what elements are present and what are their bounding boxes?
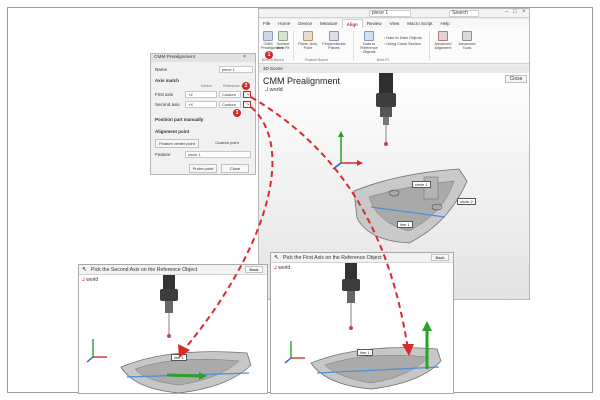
cmm-prealignment-panel: CMM Prealignment × Name piece 1 Axis mat…: [150, 53, 256, 175]
coordinate-axes: [332, 131, 363, 170]
label-line-1: line 1: [357, 349, 373, 356]
feature-center-point-button[interactable]: Feature center point: [155, 139, 199, 148]
back-button[interactable]: Back: [431, 254, 449, 261]
menu-bar: File Home Device Measure Align Review Vi…: [259, 19, 529, 28]
menu-device[interactable]: Device: [294, 19, 316, 28]
pick-first-axis-scene: [284, 263, 442, 390]
cmm-icon: [263, 31, 273, 41]
data-to-reference-objects-button[interactable]: Data to Reference Objects: [356, 31, 382, 54]
feature-label: Feature: [155, 152, 171, 157]
group-label: Feature Based: [305, 58, 328, 62]
surface-icon: [278, 31, 288, 41]
name-label: Name: [155, 67, 168, 72]
pointer-icon: ↖: [274, 255, 280, 261]
menu-home[interactable]: Home: [274, 19, 294, 28]
tab-3d-scene[interactable]: 3D Scene: [259, 65, 529, 73]
alignment-point-heading: Alignment point: [155, 129, 190, 134]
menu-file[interactable]: File: [259, 19, 274, 28]
cmm-probe: [376, 73, 396, 146]
menu-align[interactable]: Align: [341, 19, 363, 28]
label-line-1: line 1: [397, 221, 413, 228]
second-axis-device-select[interactable]: +X: [185, 101, 217, 108]
panel-close-icon[interactable]: ×: [243, 54, 246, 60]
data-ref-icon: [364, 31, 374, 41]
col-device: Device: [201, 84, 212, 88]
group-label: Best-Fit: [377, 58, 390, 62]
planes-icon: [329, 31, 339, 41]
close-window-icon[interactable]: ×: [522, 9, 526, 15]
ribbon-separator: [429, 31, 430, 61]
feature-select[interactable]: circle 1: [185, 151, 251, 158]
title-bar: piece 1 Search – □ ×: [259, 9, 529, 18]
using-cross-section-button[interactable]: ▪ Using Cross Section: [384, 42, 428, 46]
maximize-icon[interactable]: □: [513, 9, 517, 15]
part-model: [353, 168, 468, 244]
pick-second-axis-button[interactable]: ⤡: [243, 101, 251, 108]
pick-first-axis-window: Pick the First Axis on the Reference Obj…: [270, 252, 454, 394]
document-title: piece 1: [369, 10, 411, 17]
menu-macro-script[interactable]: Macro Script: [403, 19, 436, 28]
axis-match-heading: Axis match: [155, 78, 180, 83]
label-circle-2: circle 2: [457, 198, 476, 205]
advanced-icon: [438, 31, 448, 41]
second-axis-label: Second axis: [155, 102, 180, 107]
label-line-1: line 1: [171, 354, 187, 361]
back-button[interactable]: Back: [245, 266, 263, 273]
menu-measure[interactable]: Measure: [316, 19, 342, 28]
pick-first-axis-button[interactable]: ⤡: [243, 91, 251, 98]
minimize-icon[interactable]: –: [505, 9, 508, 15]
pick-second-axis-window: Pick the Second Axis on the Reference Ob…: [78, 264, 268, 394]
advanced-tools-button[interactable]: Advanced Tools: [457, 31, 477, 50]
menu-view[interactable]: View: [386, 19, 404, 28]
pick-second-axis-scene: [86, 275, 252, 393]
ribbon: CMM Prealignment 1 Surface Best Fit Plan…: [259, 28, 529, 64]
dialog-close-button[interactable]: Close: [221, 164, 249, 173]
first-axis-reference-select[interactable]: Custom: [219, 91, 241, 98]
perpendicular-planes-button[interactable]: Perpendicular Planes: [321, 31, 347, 50]
pick-first-axis-title: Pick the First Axis on the Reference Obj…: [271, 253, 453, 263]
step-badge-2: 2: [242, 82, 250, 90]
pick-second-axis-title: Pick the Second Axis on the Reference Ob…: [79, 265, 267, 275]
step-badge-3: 3: [233, 109, 241, 117]
label-circle-1: circle 1: [412, 181, 431, 188]
surface-best-fit-button[interactable]: Surface Best Fit: [276, 31, 290, 50]
pointer-icon: ↖: [82, 267, 88, 273]
data-to-data-objects-button[interactable]: ▪ Data to Data Objects: [384, 36, 428, 40]
cmm-prealignment-button[interactable]: CMM Prealignment: [261, 31, 283, 50]
group-label: Best-fit Based: [262, 58, 284, 62]
second-axis-reference-select[interactable]: Custom: [219, 101, 241, 108]
panel-header: CMM Prealignment: [151, 54, 255, 62]
ribbon-separator: [353, 31, 354, 61]
tools-icon: [462, 31, 472, 41]
plane-icon: [303, 31, 313, 41]
menu-review[interactable]: Review: [363, 19, 386, 28]
custom-point-button[interactable]: Custom point: [205, 139, 249, 148]
probe-point-button[interactable]: Probe point: [189, 164, 217, 173]
position-manually-heading: Position part manually: [155, 117, 204, 122]
ribbon-separator: [293, 31, 294, 61]
plane-axis-point-button[interactable]: Plane, Axis, Point: [297, 31, 319, 50]
first-axis-label: First axis: [155, 92, 173, 97]
advanced-alignment-button[interactable]: Advanced Alignment: [432, 31, 454, 50]
search-input[interactable]: Search: [449, 10, 479, 17]
menu-help[interactable]: Help: [437, 19, 454, 28]
name-field[interactable]: piece 1: [219, 66, 253, 73]
first-axis-device-select[interactable]: +Z: [185, 91, 217, 98]
